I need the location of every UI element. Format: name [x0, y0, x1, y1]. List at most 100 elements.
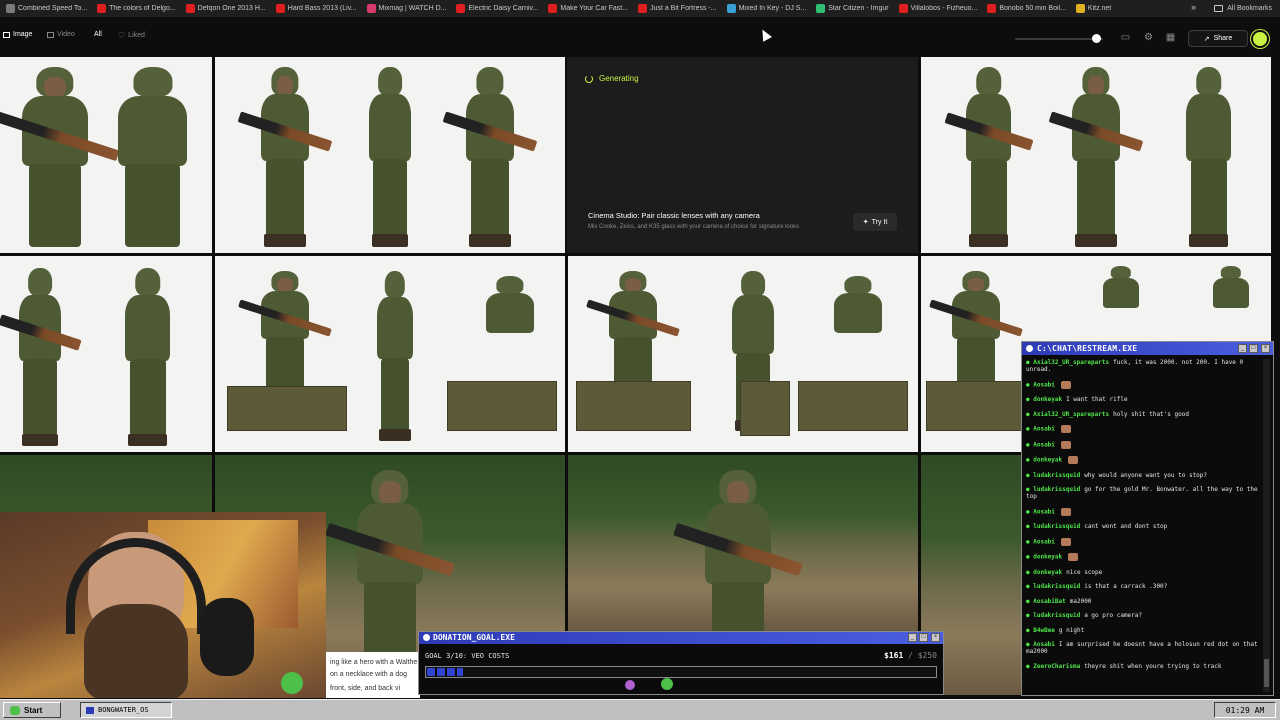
maximize-icon[interactable]: □ — [1249, 344, 1258, 353]
bookmark-item[interactable]: Make Your Car Fast... — [548, 4, 628, 13]
bookmark-label: Villalobos - Fizheuo... — [910, 5, 978, 12]
chat-text: why would anyone want you to stop? — [1084, 471, 1208, 479]
donation-bar-decoration — [425, 678, 937, 692]
chat-titlebar[interactable]: C:\CHAT\RESTREAM.EXE _ □ × — [1022, 342, 1273, 355]
user-avatar[interactable] — [1251, 30, 1269, 48]
prompt-description-panel: ing like a hero with a Walthe on a neckl… — [326, 652, 420, 698]
chat-username: donkeyak — [1033, 396, 1063, 403]
try-it-button[interactable]: ✦ Try It — [853, 213, 897, 231]
chat-text: theyre shit when youre trying to track — [1084, 662, 1222, 670]
bookmark-label: Make Your Car Fast... — [560, 5, 629, 12]
chat-message: ● Aosabi — [1026, 507, 1262, 516]
chat-username: donkeyak — [1033, 568, 1063, 576]
chat-emote-icon — [1060, 425, 1071, 433]
all-bookmarks-label: All Bookmarks — [1227, 5, 1272, 12]
generated-image-tile[interactable] — [215, 57, 565, 253]
chat-text: I am surprised he doesnt have a holosun … — [1026, 641, 1258, 655]
chat-message: ● B4wBee g night — [1026, 627, 1262, 634]
bookmark-item[interactable]: Just a Bit Fortress -... — [638, 4, 717, 13]
chat-username: Aosabi — [1033, 508, 1055, 515]
frog-logo-icon — [10, 705, 20, 715]
zoom-slider-handle[interactable] — [1092, 34, 1101, 43]
minimize-icon[interactable]: _ — [1238, 344, 1247, 353]
chat-message: ● donkeyak nice scope — [1026, 569, 1262, 576]
generated-image-tile[interactable] — [568, 455, 918, 631]
chat-message: ● Axial32_UR_spareparts fuck, it was 2000… — [1026, 359, 1262, 373]
microphone-icon — [200, 598, 254, 676]
prompt-line: ing like a hero with a Walthe — [330, 659, 418, 666]
bookmark-label: Mixed In Key - DJ S... — [738, 5, 807, 12]
chat-username: ZeeroCharisma — [1033, 662, 1081, 670]
chat-username: donkeyak — [1033, 456, 1063, 464]
settings-icon[interactable]: ⚙ — [1143, 32, 1154, 43]
chat-username: AosabiBat — [1033, 597, 1066, 605]
generating-status: Generating — [585, 74, 639, 83]
filter-liked-label: Liked — [128, 32, 145, 39]
chat-message: ● Aosabi — [1026, 440, 1262, 449]
generated-image-tile[interactable] — [215, 256, 565, 452]
grid-view-icon[interactable]: ▦ — [1165, 32, 1176, 43]
clock-label: 01:29 AM — [1225, 705, 1265, 715]
bookmark-label: Electric Daisy Carniv... — [468, 5, 539, 12]
chat-scrollbar-thumb[interactable] — [1264, 659, 1269, 687]
bookmark-item[interactable]: Villalobos - Fizheuo... — [898, 4, 978, 13]
close-icon[interactable]: × — [931, 633, 940, 642]
bookmark-item[interactable]: Star Citizen - Imgur — [816, 4, 889, 13]
start-button[interactable]: Start — [3, 702, 61, 718]
start-label: Start — [24, 705, 43, 715]
share-button[interactable]: ↗ Share — [1188, 30, 1248, 47]
chat-username: donkeyak — [1033, 553, 1063, 561]
chat-message: ● donkeyak — [1026, 456, 1262, 464]
list-view-icon[interactable]: ▭ — [1120, 32, 1131, 43]
minimize-icon[interactable]: _ — [908, 633, 917, 642]
app-toolbar: Image Video All ♡ Liked ▭ ⚙ ▦ ↗ Share — [0, 17, 1280, 56]
chat-username: Aosabi — [1033, 441, 1055, 448]
bookmark-item[interactable]: Defqon One 2013 H... — [185, 4, 266, 13]
tab-image[interactable]: Image — [3, 31, 32, 38]
favicon-icon — [638, 4, 648, 13]
chat-scrollbar[interactable] — [1263, 359, 1270, 692]
chat-message: ● ludakrissquid go for the gold Mr. Bonwa… — [1026, 486, 1262, 500]
folder-icon — [1214, 5, 1224, 12]
bookmark-label: Hard Bass 2013 (Liv... — [287, 5, 357, 12]
maximize-icon[interactable]: □ — [919, 633, 928, 642]
share-label: Share — [1213, 35, 1233, 42]
chat-username: ludakrissquid — [1033, 612, 1081, 619]
generated-image-tile[interactable] — [0, 57, 212, 253]
bookmark-item[interactable]: Combined Speed To... — [6, 4, 87, 13]
chat-username: ludakrissquid — [1033, 486, 1081, 493]
filter-all-label: All — [94, 31, 102, 38]
favicon-icon — [6, 4, 15, 13]
share-icon: ↗ — [1203, 35, 1210, 43]
bookmark-item[interactable]: Bonobo 50 min Boil... — [987, 4, 1066, 13]
chat-message: ● Aosabi I am surprised he doesnt have a … — [1026, 641, 1262, 655]
generated-image-tile[interactable] — [921, 57, 1271, 253]
taskbar-app-bongwater[interactable]: BONGWATER_OS — [80, 702, 172, 718]
chat-username: Axial32_UR_spareparts — [1033, 410, 1110, 418]
promo-title: Cinema Studio: Pair classic lenses with … — [588, 211, 760, 220]
chat-emote-icon — [1060, 507, 1071, 516]
donation-target: / $250 — [908, 651, 937, 660]
bookmark-item[interactable]: Kitz.net — [1075, 4, 1111, 13]
zoom-slider[interactable] — [1015, 38, 1103, 40]
bookmark-item[interactable]: Mixmag | WATCH D... — [366, 4, 446, 13]
generated-image-tile[interactable] — [568, 256, 918, 452]
chat-username: Aosabi — [1033, 381, 1055, 388]
bookmark-item[interactable]: Hard Bass 2013 (Liv... — [275, 4, 357, 13]
chat-username: ludakrissquid — [1033, 471, 1081, 479]
close-icon[interactable]: × — [1261, 344, 1270, 353]
filter-liked[interactable]: ♡ Liked — [118, 31, 145, 40]
tab-video[interactable]: Video — [47, 31, 75, 38]
chat-message: ● AosabiBat ma2000 — [1026, 598, 1262, 605]
all-bookmarks-button[interactable]: All Bookmarks — [1214, 0, 1272, 17]
heart-icon: ♡ — [118, 31, 126, 40]
filter-all[interactable]: All — [94, 31, 102, 38]
bookmark-item[interactable]: The colors of Delgo... — [97, 4, 176, 13]
bookmarks-overflow-button[interactable]: » — [1191, 2, 1196, 12]
donation-titlebar[interactable]: DONATION_GOAL.EXE _ □ × — [419, 632, 943, 644]
bookmark-item[interactable]: Electric Daisy Carniv... — [456, 4, 538, 13]
generated-image-tile[interactable] — [0, 256, 212, 452]
bookmark-item[interactable]: Mixed In Key - DJ S... — [726, 4, 807, 13]
chat-username: ludakrissquid — [1033, 523, 1081, 530]
frog-mascot-icon — [281, 672, 303, 694]
